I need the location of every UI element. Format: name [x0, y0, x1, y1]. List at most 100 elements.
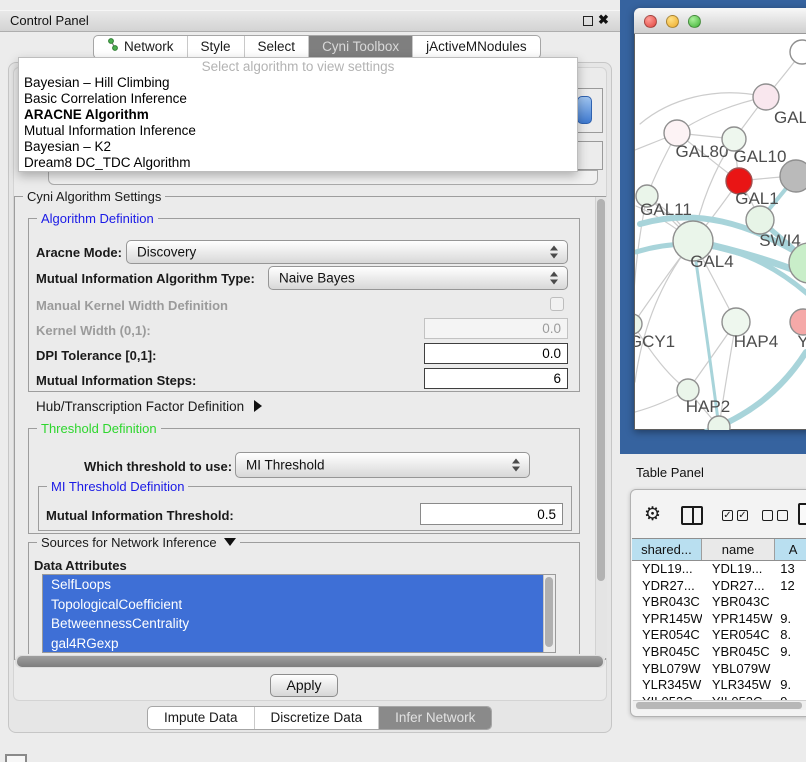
node-label-gal11: GAL11 — [640, 200, 692, 219]
table-row[interactable]: YPR145WYPR145W9. — [632, 611, 806, 628]
tab-infer-network[interactable]: Infer Network — [378, 707, 491, 729]
table-header: shared...nameA — [632, 538, 806, 561]
mi-type-label: Mutual Information Algorithm Type: — [36, 271, 255, 286]
attribute-selfloops[interactable]: SelfLoops — [43, 575, 555, 595]
page-icon[interactable] — [798, 503, 806, 525]
mac-zoom-icon[interactable] — [688, 15, 701, 28]
table-cell: YPR145W — [702, 611, 775, 628]
network-canvas[interactable]: GALGAL80GAL10GAL1GAL11SWI4GAL4GCY1HAP4YH… — [635, 34, 806, 430]
stepper-icon — [511, 459, 521, 472]
aracne-mode-select[interactable]: Discovery — [126, 240, 568, 264]
table-cell: YDL19... — [632, 561, 702, 578]
table-row[interactable]: YDL19...YDL19...13 — [632, 561, 806, 578]
table-cell: 9. — [775, 644, 806, 661]
algorithm-option-aracne-algorithm[interactable]: ARACNE Algorithm — [19, 107, 577, 123]
manual-kernel-label: Manual Kernel Width Definition — [36, 298, 228, 313]
table-row[interactable]: YER054CYER054C8. — [632, 627, 806, 644]
table-row[interactable]: YBR043CYBR043C — [632, 594, 806, 611]
table-cell: YBL079W — [632, 661, 702, 678]
tab-cyni-toolbox[interactable]: Cyni Toolbox — [308, 36, 412, 58]
tab-style[interactable]: Style — [187, 36, 244, 58]
table-cell: YDR27... — [632, 578, 702, 595]
table-row[interactable]: YLR345WYLR345W9. — [632, 677, 806, 694]
unchecked-pair-icon[interactable] — [762, 510, 788, 521]
data-attributes-list: SelfLoopsTopologicalCoefficientBetweenne… — [42, 574, 556, 653]
tab-network[interactable]: Network — [94, 36, 187, 58]
bottom-left-partial-box — [5, 754, 27, 762]
algorithm-option-basic-correlation-inference[interactable]: Basic Correlation Inference — [19, 91, 577, 107]
table-cell: YPR145W — [632, 611, 702, 628]
stepper-icon — [549, 272, 559, 285]
mi-threshold-input[interactable] — [420, 503, 563, 525]
sources-title-text: Sources for Network Inference — [41, 535, 217, 550]
tab-label: Network — [124, 36, 174, 58]
apply-button[interactable]: Apply — [270, 674, 338, 697]
which-threshold-select[interactable]: MI Threshold — [235, 452, 530, 478]
attributes-scrollbar-thumb[interactable] — [545, 577, 553, 647]
settings-horizontal-thumb[interactable] — [17, 656, 603, 667]
gear-icon[interactable]: ⚙ — [644, 503, 661, 526]
table-cell: YER054C — [632, 627, 702, 644]
mi-type-select[interactable]: Naive Bayes — [268, 266, 568, 290]
tab-impute-data[interactable]: Impute Data — [148, 707, 254, 729]
attribute-gal4rgexp[interactable]: gal4RGexp — [43, 634, 555, 654]
settings-vertical-thumb[interactable] — [597, 199, 605, 581]
dpi-tolerance-label: DPI Tolerance [0,1]: — [36, 348, 156, 363]
network-window-titlebar[interactable] — [634, 8, 806, 34]
tab-select[interactable]: Select — [244, 36, 309, 58]
algorithm-option-mutual-information-inference[interactable]: Mutual Information Inference — [19, 123, 577, 139]
mi-steps-input[interactable] — [424, 368, 568, 389]
algorithm-option-bayesian-k2[interactable]: Bayesian – K2 — [19, 139, 577, 155]
table-row[interactable]: YBL079WYBL079W — [632, 661, 806, 678]
attribute-topologicalcoefficient[interactable]: TopologicalCoefficient — [43, 595, 555, 615]
settings-group-title: Cyni Algorithm Settings — [23, 189, 165, 204]
table-cell: YBR043C — [702, 594, 775, 611]
node-label-swi4: SWI4 — [759, 231, 801, 250]
algorithm-option-dream8-dc-tdc-algorithm[interactable]: Dream8 DC_TDC Algorithm — [19, 155, 577, 171]
hub-section-toggle[interactable]: Hub/Transcription Factor Definition — [36, 399, 262, 414]
mi-steps-label: Mutual Information Steps: — [36, 373, 196, 388]
dpi-tolerance-input[interactable] — [424, 343, 568, 364]
table-horizontal-thumb[interactable] — [636, 702, 802, 709]
column-header-shared[interactable]: shared... — [632, 539, 702, 560]
column-header-name[interactable]: name — [702, 539, 775, 560]
manual-kernel-checkbox[interactable] — [550, 297, 564, 311]
columns-icon[interactable] — [681, 506, 703, 525]
table-row[interactable]: YBR045CYBR045C9. — [632, 644, 806, 661]
column-header-a[interactable]: A — [775, 539, 806, 560]
network-node-gcy1[interactable] — [635, 314, 642, 334]
table-cell: 8. — [775, 627, 806, 644]
mac-close-icon[interactable] — [644, 15, 657, 28]
network-node[interactable] — [780, 160, 806, 192]
table-cell: 9. — [775, 677, 806, 694]
table-row[interactable]: YDR27...YDR27...12 — [632, 578, 806, 595]
tab-label: Cyni Toolbox — [322, 36, 399, 58]
network-node-gal[interactable] — [753, 84, 779, 110]
hub-section-label: Hub/Transcription Factor Definition — [36, 399, 244, 414]
table-cell: YDR27... — [702, 578, 775, 595]
checked-pair-icon[interactable]: ✓✓ — [722, 510, 748, 521]
close-icon[interactable]: ✖ — [598, 12, 609, 28]
kernel-width-input[interactable] — [424, 318, 568, 339]
tab-label: Style — [201, 36, 231, 58]
table-cell: 12 — [775, 578, 806, 595]
node-label-y: Y — [797, 332, 806, 351]
algorithm-placeholder: Select algorithm to view settings — [19, 58, 577, 75]
algorithm-definition-title: Algorithm Definition — [37, 211, 158, 226]
attribute-betweennesscentrality[interactable]: BetweennessCentrality — [43, 614, 555, 634]
aracne-mode-label: Aracne Mode: — [36, 245, 122, 260]
sources-group-title: Sources for Network Inference — [37, 535, 240, 550]
screen: Control Panel ✖ NetworkStyleSelectCyni T… — [0, 0, 806, 762]
network-icon — [107, 36, 119, 58]
threshold-definition-title: Threshold Definition — [37, 421, 161, 436]
node-label-gal: GAL — [774, 108, 806, 127]
algorithm-option-bayesian-hill-climbing[interactable]: Bayesian – Hill Climbing — [19, 75, 577, 91]
tab-jactivemnodules[interactable]: jActiveMNodules — [412, 36, 540, 58]
network-node-swi4[interactable] — [746, 206, 774, 234]
mac-minimize-icon[interactable] — [666, 15, 679, 28]
algorithm-dropdown-popup: Select algorithm to view settings Bayesi… — [18, 57, 578, 172]
collapse-arrow-icon[interactable] — [224, 538, 236, 546]
network-node[interactable] — [790, 40, 806, 64]
tab-discretize-data[interactable]: Discretize Data — [254, 707, 379, 729]
float-window-icon[interactable] — [583, 16, 593, 26]
